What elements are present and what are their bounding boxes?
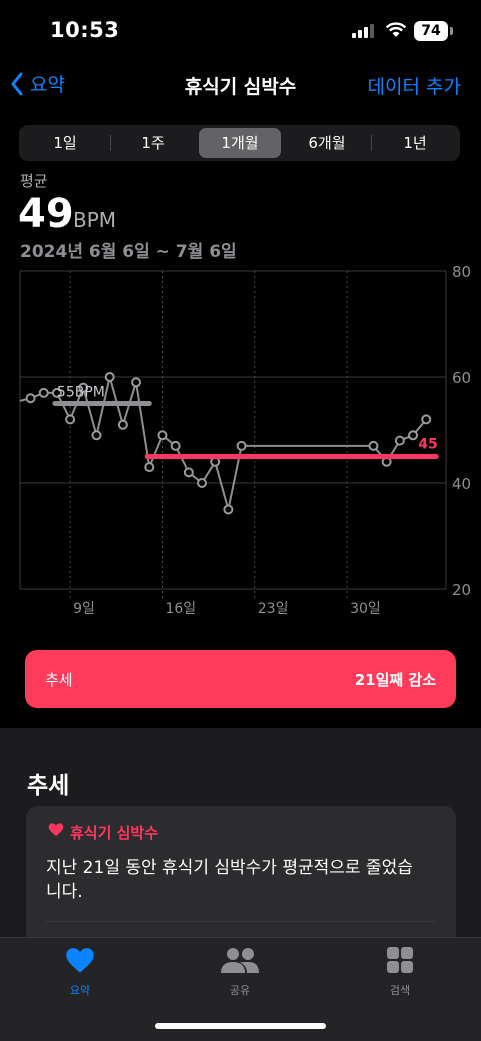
x-tick-label: 23일 [258, 601, 289, 617]
segment-1-year[interactable]: 1년 [373, 128, 457, 158]
y-tick-label: 60 [452, 369, 471, 387]
average-unit: BPM [73, 208, 117, 232]
segment-1-month[interactable]: 1개월 [199, 128, 281, 158]
data-point [157, 430, 168, 441]
tab-sharing-label: 공유 [229, 984, 251, 997]
tab-summary-label: 요약 [69, 984, 91, 997]
data-point [394, 435, 405, 446]
y-tick-label: 40 [452, 475, 471, 493]
data-point [236, 440, 247, 451]
segment-1-week[interactable]: 1주 [111, 128, 195, 158]
data-point [408, 430, 419, 441]
data-point [25, 393, 36, 404]
data-point [144, 462, 155, 473]
tab-browse-label: 검색 [389, 984, 411, 997]
average-value: 49 [18, 191, 74, 237]
x-tick-label: 9일 [73, 601, 95, 617]
x-tick-label: 30일 [350, 601, 381, 617]
trend-banner[interactable]: 추세 21일째 감소 [25, 650, 456, 708]
segment-1-day[interactable]: 1일 [23, 128, 107, 158]
cellular-signal-icon [352, 24, 374, 38]
home-indicator [155, 1023, 326, 1029]
status-time: 10:53 [50, 18, 120, 42]
battery-tip [450, 27, 453, 35]
data-point [131, 377, 142, 388]
data-point [421, 414, 432, 425]
trends-section-title: 추세 [27, 773, 70, 799]
data-point [65, 414, 76, 425]
add-data-button[interactable]: 데이터 추가 [368, 72, 461, 99]
y-tick-label: 80 [452, 263, 471, 281]
wifi-icon [385, 22, 407, 37]
time-range-segmented-control: 1일 1주 1개월 6개월 1년 [19, 125, 460, 161]
segment-divider [371, 135, 372, 151]
data-point [183, 467, 194, 478]
data-point [368, 440, 379, 451]
people-icon [221, 948, 259, 973]
tab-sharing[interactable]: 공유 [190, 946, 290, 998]
y-tick-label: 20 [452, 581, 471, 599]
trend-card-body: 지난 21일 동안 휴식기 심박수가 평균적으로 줄었습니다. [46, 858, 413, 902]
previous-average-label: 55BPM [57, 385, 105, 401]
average-label: 평균 [20, 172, 48, 190]
data-point [170, 440, 181, 451]
trend-card-title: 휴식기 심박수 [70, 824, 159, 842]
x-tick-label: 16일 [165, 601, 196, 617]
grid-icon [387, 947, 413, 973]
data-point [197, 478, 208, 488]
tab-browse[interactable]: 검색 [350, 946, 450, 998]
data-point [91, 430, 102, 441]
trend-banner-value: 21일째 감소 [354, 671, 436, 689]
data-point [117, 419, 128, 430]
current-average-label: 45 [418, 437, 437, 453]
segment-6-months[interactable]: 6개월 [285, 128, 369, 158]
tab-summary[interactable]: 요약 [30, 946, 130, 998]
trend-banner-label: 추세 [45, 671, 73, 689]
data-point [223, 504, 234, 515]
heart-icon [66, 948, 94, 973]
battery-icon: 74 [414, 21, 448, 41]
data-point [104, 372, 115, 382]
resting-heart-rate-chart[interactable]: 80 60 40 20 9일 16일 23일 30일 55BPM 45 [0, 255, 481, 625]
card-divider [46, 921, 436, 922]
data-point [38, 387, 49, 398]
heart-icon [48, 823, 64, 836]
